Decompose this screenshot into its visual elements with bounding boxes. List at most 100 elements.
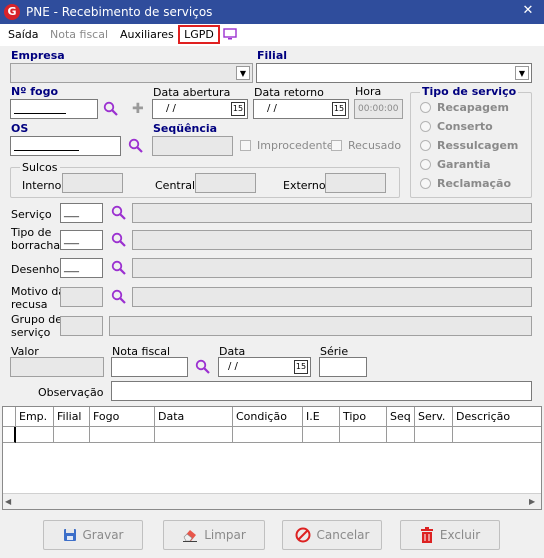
grid-header-seq[interactable]: Seq xyxy=(387,407,415,427)
grid-header-emp[interactable]: Emp. xyxy=(16,407,54,427)
servico-value: ___ xyxy=(64,207,79,218)
data-retorno-label: Data retorno xyxy=(254,86,324,99)
nota-fiscal-input[interactable] xyxy=(111,357,188,377)
data-abertura-label: Data abertura xyxy=(153,86,231,99)
observacao-label: Observação xyxy=(38,386,104,399)
grid-header-tipo[interactable]: Tipo xyxy=(340,407,387,427)
servico-input[interactable]: ___ xyxy=(60,203,103,223)
search-icon[interactable] xyxy=(111,289,127,305)
plus-icon[interactable]: ✚ xyxy=(132,102,144,116)
limpar-button[interactable]: Limpar xyxy=(163,520,265,550)
chevron-down-icon[interactable]: ▼ xyxy=(515,66,529,80)
menu-saida[interactable]: Saída xyxy=(8,28,39,41)
grid-cell[interactable] xyxy=(453,427,541,443)
grid-cell[interactable] xyxy=(415,427,453,443)
grid-cell[interactable] xyxy=(155,427,233,443)
grid-row-indicator xyxy=(3,427,16,443)
motivo-label: Motivo da xyxy=(11,285,66,298)
sequencia-input xyxy=(152,136,233,156)
radio-garantia[interactable] xyxy=(420,159,431,170)
grid-cell[interactable] xyxy=(303,427,340,443)
search-icon[interactable] xyxy=(111,232,127,248)
interno-input xyxy=(62,173,123,193)
observacao-input[interactable] xyxy=(111,381,532,401)
radio-recapagem[interactable] xyxy=(420,102,431,113)
grid-header-descricao[interactable]: Descrição xyxy=(453,407,541,427)
grid-cell[interactable] xyxy=(54,427,90,443)
valor-input xyxy=(10,357,104,377)
label-conserto: Conserto xyxy=(437,120,493,133)
search-icon[interactable] xyxy=(111,260,127,276)
os-label: OS xyxy=(11,122,29,135)
radio-conserto[interactable] xyxy=(420,121,431,132)
filial-select[interactable]: ▼ xyxy=(256,63,532,83)
cancelar-label: Cancelar xyxy=(316,528,370,542)
servico-label: Serviço xyxy=(11,208,52,221)
os-input[interactable] xyxy=(10,136,121,156)
data-retorno-value: / / xyxy=(267,103,277,114)
trash-icon xyxy=(420,527,433,543)
grid-horizontal-scrollbar[interactable]: ◀ ▶ xyxy=(3,493,541,509)
excluir-button[interactable]: Excluir xyxy=(400,520,500,550)
data-abertura-input[interactable]: / / 15 xyxy=(152,99,248,119)
desenho-input[interactable]: ___ xyxy=(60,258,103,278)
chevron-down-icon[interactable]: ▼ xyxy=(236,66,250,80)
grid-header-filial[interactable]: Filial xyxy=(54,407,90,427)
monitor-icon[interactable] xyxy=(223,28,237,40)
radio-ressulcagem[interactable] xyxy=(420,140,431,151)
data-value: / / xyxy=(228,361,238,372)
gravar-button[interactable]: Gravar xyxy=(43,520,143,550)
tipo-borracha-label: Tipo de xyxy=(11,226,52,239)
menu-nota-fiscal[interactable]: Nota fiscal xyxy=(50,28,108,41)
menu-lgpd[interactable]: LGPD xyxy=(178,25,220,44)
scroll-left-icon[interactable]: ◀ xyxy=(5,497,11,506)
sequencia-label: Seqüência xyxy=(153,122,218,135)
search-icon[interactable] xyxy=(111,205,127,221)
empresa-select[interactable]: ▼ xyxy=(10,63,253,83)
grupo-label-2: serviço xyxy=(11,326,51,339)
calendar-icon[interactable]: 15 xyxy=(294,360,308,374)
recusado-checkbox[interactable] xyxy=(331,140,342,151)
tipo-borracha-input[interactable]: ___ xyxy=(60,230,103,250)
hora-input: 00:00:00 xyxy=(354,99,403,119)
eraser-icon xyxy=(183,530,198,542)
window-title: PNE - Recebimento de serviços xyxy=(26,5,213,19)
search-icon[interactable] xyxy=(103,101,119,117)
menu-auxiliares[interactable]: Auxiliares xyxy=(120,28,174,41)
nfogo-input[interactable] xyxy=(10,99,98,119)
grid-header-serv[interactable]: Serv. xyxy=(415,407,453,427)
grid-cell[interactable] xyxy=(387,427,415,443)
menu-bar: Saída Nota fiscal Auxiliares LGPD xyxy=(0,24,544,46)
empresa-label: Empresa xyxy=(11,49,65,62)
close-button[interactable]: ✕ xyxy=(518,3,538,21)
search-icon[interactable] xyxy=(128,138,144,154)
grid-cell[interactable] xyxy=(90,427,155,443)
desenho-label: Desenho xyxy=(11,263,60,276)
sulcos-title: Sulcos xyxy=(20,161,60,174)
label-garantia: Garantia xyxy=(437,158,491,171)
limpar-label: Limpar xyxy=(204,528,246,542)
search-icon[interactable] xyxy=(195,359,211,375)
data-input[interactable]: / / 15 xyxy=(218,357,311,377)
grid-cell[interactable] xyxy=(340,427,387,443)
title-bar: G PNE - Recebimento de serviços ✕ xyxy=(0,0,544,24)
data-retorno-input[interactable]: / / 15 xyxy=(253,99,349,119)
grid-header-data[interactable]: Data xyxy=(155,407,233,427)
calendar-icon[interactable]: 15 xyxy=(332,102,346,116)
scroll-right-icon[interactable]: ▶ xyxy=(529,497,535,506)
grid-header-condicao[interactable]: Condição xyxy=(233,407,303,427)
radio-reclamacao[interactable] xyxy=(420,178,431,189)
servico-desc-input xyxy=(132,203,532,223)
save-icon xyxy=(63,529,76,541)
motivo-desc-input xyxy=(132,287,532,307)
cancelar-button[interactable]: Cancelar xyxy=(282,520,382,550)
grid-cell[interactable] xyxy=(233,427,303,443)
grid-header-fogo[interactable]: Fogo xyxy=(90,407,155,427)
grid-header-ie[interactable]: I.E xyxy=(303,407,340,427)
improcedente-checkbox[interactable] xyxy=(240,140,251,151)
serie-input[interactable] xyxy=(319,357,367,377)
label-reclamacao: Reclamação xyxy=(437,177,512,190)
label-ressulcagem: Ressulcagem xyxy=(437,139,519,152)
calendar-icon[interactable]: 15 xyxy=(231,102,245,116)
grid-cell[interactable] xyxy=(16,427,54,443)
